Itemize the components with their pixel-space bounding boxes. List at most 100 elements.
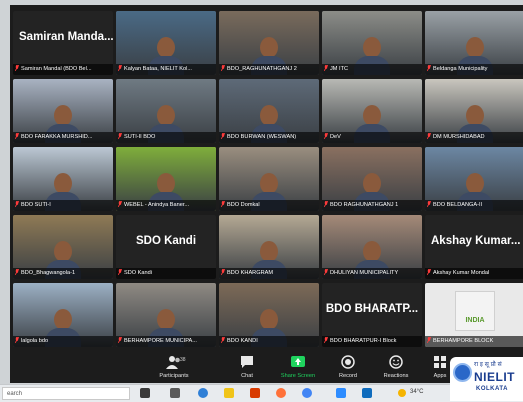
participant-video-grid: Samiran Manda... Samiran Mandal (BDO Bel.… — [13, 11, 523, 349]
participant-tile[interactable]: SUTI-II BDO — [116, 79, 216, 143]
participants-label: Participants — [159, 373, 189, 379]
nielit-city: KOLKATA — [476, 386, 508, 392]
participant-name-label: DeV — [322, 132, 422, 143]
participant-tile[interactable]: BDO Domkal — [219, 147, 319, 211]
participant-name-label: BERHAMPORE MUNICIPA... — [116, 336, 216, 347]
muted-mic-icon — [118, 269, 122, 275]
office-icon[interactable] — [250, 388, 260, 398]
participant-tile[interactable]: INDIA BERHAMPORE BLOCK — [425, 283, 523, 347]
muted-mic-icon — [221, 133, 225, 139]
chat-label: Chat — [241, 373, 253, 379]
participant-display-name: BDO BHARATP... — [325, 303, 419, 315]
participants-icon — [152, 355, 196, 370]
participant-tile[interactable]: BDO FARAKKA MURSHID... — [13, 79, 113, 143]
participant-tile[interactable]: DeV — [322, 79, 422, 143]
edge-browser-icon[interactable] — [198, 388, 208, 398]
muted-mic-icon — [324, 65, 328, 71]
muted-mic-icon — [427, 65, 431, 71]
participant-name-text: BDO FARAKKA MURSHID... — [21, 134, 93, 140]
participant-name-label: BDO BURWAN (WESWAN) — [219, 132, 319, 143]
participant-tile[interactable]: DM MURSHIDABAD — [425, 79, 523, 143]
muted-mic-icon — [221, 65, 225, 71]
participant-name-text: WEBEL - Anindya Baner... — [124, 202, 190, 208]
muted-mic-icon — [427, 133, 431, 139]
participant-tile[interactable]: BDO KANDI — [219, 283, 319, 347]
participant-tile[interactable]: Samiran Manda... Samiran Mandal (BDO Bel.… — [13, 11, 113, 75]
participant-name-text: SUTI-II BDO — [124, 134, 156, 140]
participant-display-name: Akshay Kumar... — [431, 235, 521, 247]
taskbar-search-input[interactable]: earch — [2, 387, 130, 400]
participant-name-text: BDO KANDI — [227, 338, 258, 344]
participant-name-label: SDO Kandi — [116, 268, 216, 279]
participant-tile[interactable]: Akshay Kumar... Akshay Kumar Mondal — [425, 215, 523, 279]
muted-mic-icon — [118, 65, 122, 71]
muted-mic-icon — [324, 269, 328, 275]
participant-name-text: Kalyan Bataa, NIELIT Kol... — [124, 66, 192, 72]
participant-tile[interactable]: BDO_RAGHUNATHGANJ 2 — [219, 11, 319, 75]
participant-tile[interactable]: BDO_Bhagwangola-1 — [13, 215, 113, 279]
zoom-app-icon[interactable] — [336, 388, 346, 398]
file-explorer-icon[interactable] — [224, 388, 234, 398]
participant-name-text: JM ITC — [330, 66, 349, 72]
participant-name-text: BDO BURWAN (WESWAN) — [227, 134, 297, 140]
participant-name-text: Beldanga Municipality — [433, 66, 488, 72]
participant-name-text: BDO_Bhagwangola-1 — [21, 270, 76, 276]
participant-tile[interactable]: Kalyan Bataa, NIELIT Kol... — [116, 11, 216, 75]
participant-name-label: Beldanga Municipality — [425, 64, 523, 75]
participant-name-label: DM MURSHIDABAD — [425, 132, 523, 143]
participant-name-label: BDO SUTI-I — [13, 200, 113, 211]
chat-button[interactable]: Chat — [225, 355, 269, 379]
apps-label: Apps — [433, 373, 447, 379]
participant-tile[interactable]: DHULIYAN MUNICIPALITY — [322, 215, 422, 279]
search-icon[interactable] — [140, 388, 150, 398]
muted-mic-icon — [324, 337, 328, 343]
participant-display-name: Samiran Manda... — [19, 31, 113, 43]
participants-button[interactable]: 38 Participants — [152, 355, 196, 379]
windows-taskbar: earch 34°C — [0, 384, 523, 402]
firefox-icon[interactable] — [276, 388, 286, 398]
participant-name-label: BDO KHARGRAM — [219, 268, 319, 279]
share-screen-label: Share Screen — [280, 373, 316, 379]
muted-mic-icon — [324, 133, 328, 139]
muted-mic-icon — [15, 337, 19, 343]
participant-display-name: SDO Kandi — [135, 235, 197, 247]
muted-mic-icon — [15, 65, 19, 71]
muted-mic-icon — [15, 201, 19, 207]
participant-name-text: BDO_RAGHUNATHGANJ 2 — [227, 66, 297, 72]
muted-mic-icon — [15, 269, 19, 275]
participant-tile[interactable]: BDO RAGHUNATHGANJ 1 — [322, 147, 422, 211]
muted-mic-icon — [324, 201, 328, 207]
reactions-button[interactable]: Reactions — [374, 355, 418, 379]
share-screen-icon — [276, 355, 320, 370]
participant-tile[interactable]: lalgola bdo — [13, 283, 113, 347]
participant-name-label: Samiran Mandal (BDO Bel... — [13, 64, 113, 75]
muted-mic-icon — [15, 133, 19, 139]
participant-tile[interactable]: BDO BELDANGA-II — [425, 147, 523, 211]
task-view-icon[interactable] — [170, 388, 180, 398]
nielit-watermark-logo: रा इ सू प्रौ सं NIELIT KOLKATA — [450, 357, 523, 401]
participant-tile[interactable]: JM ITC — [322, 11, 422, 75]
chrome-icon[interactable] — [302, 388, 312, 398]
participant-tile[interactable]: BDO KHARGRAM — [219, 215, 319, 279]
participant-tile[interactable]: WEBEL - Anindya Baner... — [116, 147, 216, 211]
word-icon[interactable] — [362, 388, 372, 398]
participant-tile[interactable]: BDO BHARATP... BDO BHARATPUR-I Block — [322, 283, 422, 347]
share-screen-button[interactable]: Share Screen — [276, 355, 320, 379]
participant-tile[interactable]: BERHAMPORE MUNICIPA... — [116, 283, 216, 347]
meeting-controls-bar: 38 Participants Chat Share Screen Record — [10, 354, 523, 383]
reactions-label: Reactions — [383, 373, 409, 379]
india-logo-image: INDIA — [455, 291, 495, 331]
participant-name-text: BDO BELDANGA-II — [433, 202, 483, 208]
participant-tile[interactable]: BDO SUTI-I — [13, 147, 113, 211]
weather-sun-icon — [398, 389, 406, 397]
muted-mic-icon — [221, 201, 225, 207]
record-button[interactable]: Record — [326, 355, 370, 379]
muted-mic-icon — [221, 337, 225, 343]
participant-name-label: Akshay Kumar Mondal — [425, 268, 523, 279]
participant-name-text: BERHAMPORE BLOCK — [433, 338, 494, 344]
participant-tile[interactable]: SDO Kandi SDO Kandi — [116, 215, 216, 279]
nielit-globe-icon — [453, 363, 472, 382]
muted-mic-icon — [118, 337, 122, 343]
participant-tile[interactable]: Beldanga Municipality — [425, 11, 523, 75]
participant-tile[interactable]: BDO BURWAN (WESWAN) — [219, 79, 319, 143]
